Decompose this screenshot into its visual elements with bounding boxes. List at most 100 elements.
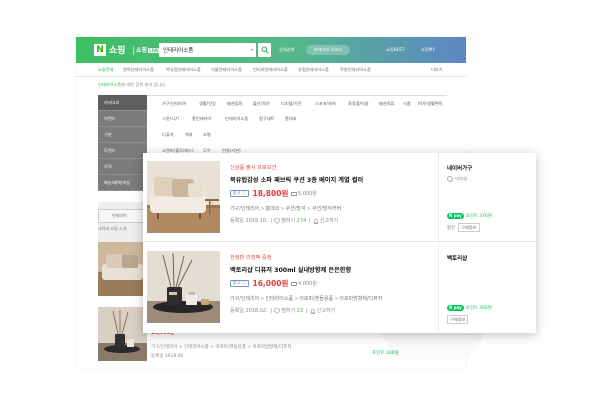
category-item[interactable]: 디지털/가전	[281, 101, 302, 107]
cushion-sofa-image	[147, 161, 220, 233]
category-item[interactable]: 홈데코	[285, 116, 297, 122]
seller-grade: 빅파워	[447, 176, 467, 183]
category-item[interactable]: 식품	[403, 101, 411, 107]
notice-keyword: 인테리어소품	[98, 82, 122, 87]
crumb-separator: >	[260, 296, 265, 302]
category-item[interactable]: 여가/생활편의	[418, 101, 443, 107]
chevron-down-icon[interactable]: ▾	[251, 47, 253, 52]
crumb-item[interactable]: 가구/인테리어	[230, 296, 259, 302]
wish-button[interactable]: 찜하기 274	[274, 217, 307, 224]
crumb-item[interactable]: 쿠션/방석	[286, 206, 306, 212]
diffuser-image	[147, 251, 220, 323]
npay-line: N pay 포인트 376원	[447, 213, 492, 220]
shopping-best-link[interactable]: 쇼핑BEST	[386, 47, 404, 53]
bg-crumb: 가구/인테리어 > 인테리어소품 > 아로마/캔들용품 > 아로마방향제/디퓨저	[151, 345, 292, 350]
filter-category[interactable]: 카테고리	[98, 95, 147, 111]
heart-icon	[274, 307, 281, 314]
seller-name[interactable]: 백토리샵	[447, 254, 467, 262]
filter-trend[interactable]: 트렌드	[98, 143, 147, 159]
product-thumbnail-bg[interactable]	[98, 307, 147, 361]
ad-badge[interactable]: 광고 ⓘ	[230, 190, 249, 197]
nav-item[interactable]: 식물인테리어소품	[211, 67, 242, 73]
search-box: ▾	[159, 43, 256, 57]
product-thumbnail-bg[interactable]	[98, 242, 147, 296]
filter-price[interactable]: 가격	[98, 159, 147, 175]
seller-tags: 구매정보	[447, 315, 469, 324]
crumb-separator: >	[306, 206, 311, 212]
seller-name[interactable]: 네이버가구	[447, 164, 472, 172]
notice-text: 에 대한 검색 결과 입니다.	[121, 82, 167, 87]
shopping-my-link[interactable]: 쇼핑MY	[421, 47, 435, 53]
product-row[interactable]: 신상품 출시 프로모션 북유럽감성 소파 패브릭 쿠션 3종 베이지 계열 컬러…	[143, 153, 536, 242]
nav-more-link[interactable]: 더보기	[431, 67, 443, 73]
shipping-fee: 5,000원	[290, 190, 317, 197]
naver-logo[interactable]: N	[94, 44, 106, 56]
category-item[interactable]: 액자	[185, 132, 193, 138]
nav-item[interactable]: 유럽인테리어소품	[298, 67, 329, 73]
category-item[interactable]: 인테리어소품	[225, 116, 248, 122]
product-title[interactable]: 북유럽감성 소파 패브릭 쿠션 3종 베이지 계열 컬러	[230, 175, 363, 184]
product-row[interactable]: 한정판 리빙팩 증정 백토리샵 디퓨저 300ml 실내방향제 은은한향 광고 …	[143, 243, 536, 332]
filter-chip[interactable]: 인테리어	[98, 209, 144, 223]
wish-label: 찜하기	[281, 218, 296, 224]
category-item[interactable]: 조명	[203, 132, 211, 138]
category-item[interactable]: 출산/육아	[253, 101, 270, 107]
category-item[interactable]: 침구세트	[259, 116, 274, 122]
crumb-item[interactable]: 홈데코	[266, 206, 280, 212]
category-item[interactable]: 가구/인테리어	[162, 101, 187, 107]
filter-brand[interactable]: 브랜드	[98, 111, 147, 127]
discount-tag: 할인	[447, 225, 456, 231]
medal-icon	[447, 176, 453, 182]
crumb-item[interactable]: 아로마방향제/디퓨저	[339, 296, 382, 302]
grade-text: 빅파워	[455, 177, 468, 183]
crumb-item[interactable]: 인테리어소품	[266, 296, 294, 302]
wish-count: 274	[296, 218, 307, 224]
product-meta: 등록일 2018.02. 찜하기 13 신고하기	[230, 307, 335, 314]
truck-icon	[290, 191, 297, 196]
category-item[interactable]: 화장품/미용	[348, 101, 369, 107]
filter-sidebar: 카테고리 브랜드 구분 트렌드 가격 배송/혜택/색상	[98, 95, 147, 191]
price-line: 광고 ⓘ 16,000원 4,000원	[230, 278, 317, 288]
nav-item[interactable]: 쇼핑전체	[98, 67, 113, 73]
category-item[interactable]: 생활/건강	[199, 101, 216, 107]
shopping-live-link[interactable]: 쇼핑 LIVE	[136, 45, 160, 54]
search-button[interactable]	[258, 43, 271, 57]
purchase-info-tag[interactable]: 구매정보	[447, 315, 469, 324]
nav-item[interactable]: 주방인테리어소품	[340, 67, 371, 73]
detail-search-link[interactable]: 상세검색	[279, 47, 294, 53]
product-title[interactable]: 백토리샵 디퓨저 300ml 실내방향제 은은한향	[230, 265, 351, 274]
crumb-item[interactable]: 쿠션/방석커버	[312, 206, 341, 212]
heart-icon	[274, 217, 281, 224]
product-thumbnail[interactable]	[147, 161, 220, 233]
meta-divider	[270, 308, 272, 313]
nav-item[interactable]: 북유럽인테리어소품	[166, 67, 201, 73]
filter-shipping[interactable]: 배송/혜택/색상	[98, 175, 147, 191]
purchase-info-tag[interactable]: 구매정보	[458, 223, 480, 232]
category-item[interactable]: 디퓨저	[162, 132, 174, 138]
nav-item[interactable]: 원목인테리어소품	[123, 67, 154, 73]
logo-divider	[133, 46, 134, 55]
product-meta: 등록일 2019.10. 찜하기 274 신고하기	[230, 217, 338, 224]
category-item[interactable]: 그릇/식기	[162, 116, 179, 122]
search-icon	[261, 46, 269, 54]
category-more-pill[interactable]: 카테고리 더보기	[306, 45, 350, 55]
category-item[interactable]: 홈인테리어	[192, 116, 211, 122]
filter-type[interactable]: 구분	[98, 127, 147, 143]
info-icon: ⓘ	[242, 191, 247, 196]
search-input[interactable]	[159, 43, 245, 57]
ad-badge[interactable]: 광고 ⓘ	[230, 280, 249, 287]
report-button[interactable]: 신고하기	[310, 308, 335, 314]
category-item[interactable]: 패션의류	[379, 101, 394, 107]
report-button[interactable]: 신고하기	[313, 218, 338, 224]
crumb-item[interactable]: 가구/인테리어	[230, 206, 259, 212]
seller-column: 백토리샵 N pay 포인트 300원 구매정보	[438, 243, 536, 332]
meta-divider	[309, 218, 310, 223]
wish-button[interactable]: 찜하기 13	[274, 307, 303, 314]
shopping-logo-text[interactable]: 쇼핑	[109, 43, 126, 56]
category-item[interactable]: 패션잡화	[227, 101, 242, 107]
category-item[interactable]: 스포츠/레저	[315, 101, 336, 107]
crumb-separator: >	[280, 206, 285, 212]
nav-item[interactable]: 빈티지인테리어소품	[253, 67, 288, 73]
product-thumbnail[interactable]	[147, 251, 220, 323]
crumb-item[interactable]: 아로마/캔들용품	[299, 296, 333, 302]
